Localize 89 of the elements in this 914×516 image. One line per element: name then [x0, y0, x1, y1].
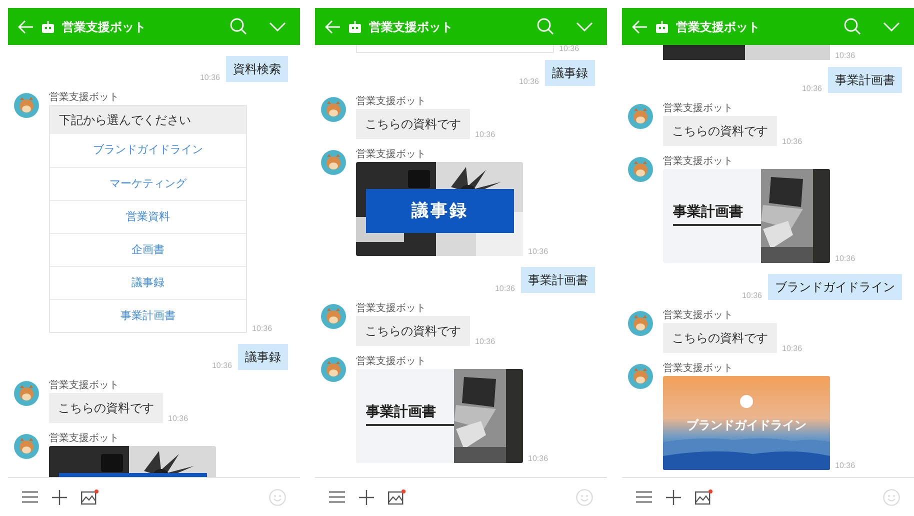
search-icon[interactable]	[844, 18, 861, 35]
image-icon[interactable]	[81, 489, 99, 505]
timestamp: 10:36	[802, 85, 822, 93]
timestamp: 10:36	[559, 45, 580, 53]
sender-name: 営業支援ボット	[663, 104, 734, 114]
robot-icon	[656, 20, 668, 32]
image-icon[interactable]	[388, 489, 406, 505]
plus-icon[interactable]	[359, 490, 374, 504]
menu-option[interactable]: ブランドガイドライン	[50, 134, 246, 167]
cover-title: 事業計画書	[673, 202, 743, 221]
sender-name: 営業支援ボット	[663, 311, 734, 321]
smiley-icon[interactable]	[883, 488, 900, 506]
robot-icon	[349, 20, 361, 32]
chat-title: 営業支援ボット	[62, 18, 147, 36]
plus-icon[interactable]	[666, 490, 681, 504]
timestamp: 10:36	[168, 415, 188, 423]
dog-avatar-icon	[14, 93, 39, 118]
dog-avatar-icon	[628, 157, 653, 182]
sender-name: 営業支援ボット	[356, 150, 427, 160]
dog-avatar-icon	[321, 304, 346, 329]
timestamp: 10:36	[782, 345, 802, 353]
dog-avatar-icon	[321, 97, 346, 122]
chat-title: 営業支援ボット	[369, 18, 454, 36]
dog-avatar-icon	[628, 311, 653, 336]
dog-avatar-icon	[628, 364, 653, 389]
user-message-bubble: ブランドガイドライン	[768, 274, 902, 300]
sender-name: 営業支援ボット	[356, 304, 427, 314]
search-icon[interactable]	[230, 18, 247, 35]
dog-avatar-icon	[14, 381, 39, 406]
chevron-down-icon[interactable]	[883, 22, 900, 32]
bot-message-bubble: こちらの資料です	[663, 323, 777, 353]
sender-name: 営業支援ボット	[49, 434, 120, 444]
banner-title: 議事録	[412, 200, 468, 222]
smiley-icon[interactable]	[576, 488, 593, 506]
timestamp: 10:36	[475, 338, 496, 346]
search-icon[interactable]	[537, 18, 554, 35]
smiley-icon[interactable]	[269, 488, 286, 506]
sender-name: 営業支援ボット	[356, 97, 427, 107]
chat-title: 営業支援ボット	[676, 18, 761, 36]
timestamp: 10:36	[212, 362, 232, 370]
menu-icon[interactable]	[22, 491, 38, 503]
dog-avatar-icon	[321, 150, 346, 175]
dog-avatar-icon	[14, 434, 39, 459]
menu-option[interactable]: 議事録	[50, 266, 246, 299]
timestamp: 10:36	[518, 78, 539, 86]
dog-avatar-icon	[628, 104, 653, 129]
menu-option[interactable]: 企画書	[50, 233, 246, 266]
timestamp: 10:36	[835, 462, 856, 470]
robot-icon	[42, 20, 54, 32]
menu-option[interactable]: 営業資料	[50, 200, 246, 233]
image-icon[interactable]	[695, 489, 713, 505]
menu-icon[interactable]	[329, 491, 345, 503]
menu-option[interactable]: マーケティング	[50, 167, 246, 200]
menu-icon[interactable]	[636, 491, 652, 503]
chevron-down-icon[interactable]	[576, 22, 593, 32]
bot-message-bubble: こちらの資料です	[663, 116, 777, 146]
user-message-bubble: 議事録	[545, 60, 595, 86]
sender-name: 営業支援ボット	[49, 93, 120, 103]
menu-option[interactable]: 事業計画書	[50, 299, 246, 332]
bot-message-bubble: こちらの資料です	[49, 393, 163, 423]
sender-name: 営業支援ボット	[49, 381, 120, 391]
menu-prompt: 下記から選んでください	[50, 106, 246, 134]
chevron-down-icon[interactable]	[269, 22, 286, 32]
sender-name: 営業支援ボット	[663, 364, 734, 374]
back-icon[interactable]	[325, 20, 341, 34]
bot-message-bubble: こちらの資料です	[356, 109, 470, 139]
timestamp: 10:36	[835, 52, 856, 60]
back-icon[interactable]	[18, 20, 34, 34]
dog-avatar-icon	[321, 357, 346, 382]
user-message-bubble: 事業計画書	[521, 267, 595, 293]
timestamp: 10:36	[528, 248, 548, 256]
user-message-bubble: 事業計画書	[828, 67, 902, 93]
timestamp: 10:36	[835, 255, 856, 263]
cover-title: ブランドガイドライン	[686, 417, 808, 434]
timestamp: 10:36	[252, 325, 272, 333]
plus-icon[interactable]	[52, 490, 67, 504]
back-icon[interactable]	[632, 20, 648, 34]
timestamp: 10:36	[200, 74, 220, 82]
sender-name: 営業支援ボット	[356, 357, 427, 367]
timestamp: 10:36	[494, 285, 515, 293]
cover-title: 事業計画書	[366, 402, 436, 421]
sender-name: 営業支援ボット	[663, 157, 734, 167]
timestamp: 10:36	[782, 138, 802, 146]
bot-message-bubble: こちらの資料です	[356, 316, 470, 346]
timestamp: 10:36	[742, 292, 762, 300]
timestamp: 10:36	[475, 131, 496, 139]
timestamp: 10:36	[528, 455, 548, 463]
user-message-bubble: 資料検索	[226, 56, 288, 82]
user-message-bubble: 議事録	[238, 344, 288, 370]
